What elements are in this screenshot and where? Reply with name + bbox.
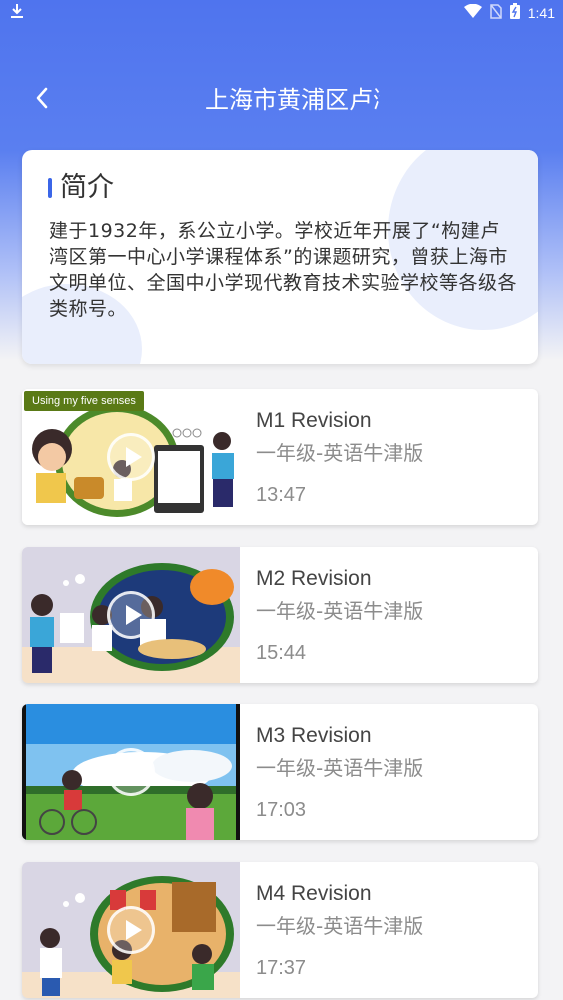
video-thumbnail: Using my five senses [22, 389, 240, 525]
intro-header: 简介 [48, 170, 114, 206]
video-thumbnail [22, 861, 240, 998]
video-subtitle: 一年级-英语牛津版 [256, 441, 424, 465]
video-title: M2 Revision [256, 566, 372, 590]
video-card-m4[interactable]: M4 Revision 一年级-英语牛津版 17:37 [22, 861, 538, 998]
no-sim-icon [490, 3, 502, 23]
video-thumbnail [22, 546, 240, 683]
chevron-left-icon [34, 86, 50, 114]
play-icon [107, 590, 155, 639]
battery-icon [509, 3, 520, 23]
video-title: M4 Revision [256, 881, 372, 905]
video-duration: 15:44 [256, 641, 307, 664]
wifi-icon [463, 3, 482, 22]
video-duration: 13:47 [256, 484, 307, 506]
video-title: M3 Revision [256, 724, 372, 747]
accent-bar [48, 178, 52, 198]
top-nav: 上海市黄浦区卢湾 [0, 70, 563, 130]
status-time: 1:41 [527, 5, 555, 21]
status-bar: 1:41 [0, 0, 563, 24]
page-title: 上海市黄浦区卢湾 [205, 86, 380, 114]
intro-title: 简介 [60, 172, 114, 203]
video-subtitle: 一年级-英语牛津版 [256, 913, 424, 938]
thumbnail-tag: Using my five senses [24, 391, 144, 411]
play-icon [107, 433, 155, 481]
intro-card: 简介 建于1932年，系公立小学。学校近年开展了“构建卢湾区第一中心小学课程体系… [22, 150, 538, 364]
video-card-m1[interactable]: Using my five senses M1 Revision 一年级-英语牛… [22, 389, 538, 525]
video-subtitle: 一年级-英语牛津版 [256, 756, 424, 780]
play-icon [107, 905, 155, 954]
video-subtitle: 一年级-英语牛津版 [256, 598, 424, 623]
play-icon [107, 748, 155, 796]
back-button[interactable] [22, 80, 62, 120]
video-title: M1 Revision [256, 409, 372, 432]
video-card-m3[interactable]: M3 Revision 一年级-英语牛津版 17:03 [22, 704, 538, 840]
video-thumbnail [22, 704, 240, 840]
download-icon [10, 3, 24, 23]
intro-text: 建于1932年，系公立小学。学校近年开展了“构建卢湾区第一中心小学课程体系”的课… [49, 220, 518, 320]
video-duration: 17:03 [256, 799, 307, 821]
video-list: Using my five senses M1 Revision 一年级-英语牛… [22, 389, 538, 1000]
video-duration: 17:37 [256, 956, 307, 979]
video-card-m2[interactable]: M2 Revision 一年级-英语牛津版 15:44 [22, 546, 538, 683]
